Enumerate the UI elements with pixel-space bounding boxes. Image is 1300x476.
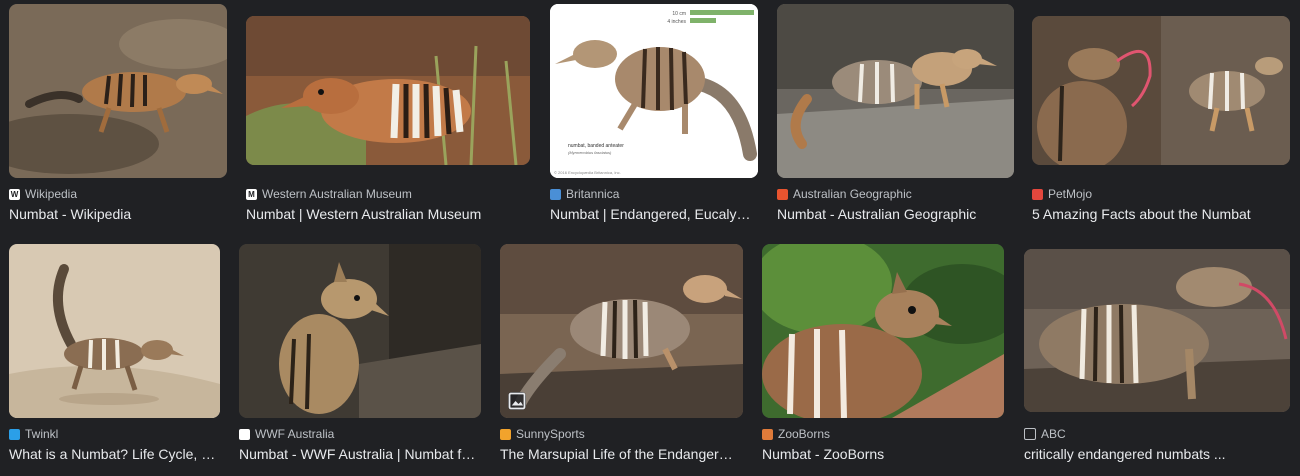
image-caption-latin: (Myrmecobius fasciatus) <box>568 150 612 155</box>
result-source: WWF Australia <box>239 427 334 441</box>
result-source-label: WWF Australia <box>255 427 335 441</box>
image-result-card[interactable]: Australian Geographic Numbat - Australia… <box>777 4 1014 230</box>
sunnysports-icon <box>500 428 511 440</box>
result-source: Australian Geographic <box>777 187 912 201</box>
zooborns-icon <box>762 428 773 440</box>
result-title-link[interactable]: Numbat | Endangered, Eucalyptus, Termite… <box>550 206 754 222</box>
britannica-icon <box>550 188 561 200</box>
result-title-link[interactable]: Numbat - Australian Geographic <box>777 206 1014 222</box>
result-source: PetMojo <box>1032 187 1092 201</box>
result-title-link[interactable]: What is a Numbat? Life Cycle, Habitat & … <box>9 446 217 462</box>
museum-icon: M <box>246 188 257 200</box>
result-source: M Western Australian Museum <box>246 187 412 201</box>
wikipedia-icon: W <box>9 188 20 200</box>
image-icon <box>508 392 526 410</box>
scale-label: 10 cm <box>672 11 686 17</box>
image-result-card[interactable]: M Western Australian Museum Numbat | Wes… <box>246 16 530 230</box>
result-source-label: Twinkl <box>25 427 59 441</box>
result-title-link[interactable]: The Marsupial Life of the Endangered Num… <box>500 446 736 462</box>
result-source-label: Western Australian Museum <box>262 187 412 201</box>
image-result-card[interactable]: Twinkl What is a Numbat? Life Cycle, Hab… <box>9 244 220 466</box>
result-source-label: SunnySports <box>516 427 585 441</box>
result-title-link[interactable]: Numbat - Wikipedia <box>9 206 227 222</box>
image-result-card[interactable]: ABC critically endangered numbats ... <box>1024 249 1290 466</box>
result-source: W Wikipedia <box>9 187 77 201</box>
image-copyright: © 2016 Encyclopædia Britannica, Inc. <box>554 170 621 175</box>
result-source: SunnySports <box>500 427 585 441</box>
image-result-card[interactable]: WWF Australia Numbat - WWF Australia | N… <box>239 244 481 466</box>
wwf-icon <box>239 428 250 440</box>
result-source-label: ABC <box>1041 427 1066 441</box>
result-thumbnail[interactable]: 10 cm 4 inches numbat, banded anteater (… <box>550 4 758 178</box>
result-thumbnail[interactable] <box>500 244 743 418</box>
result-thumbnail[interactable] <box>762 244 1004 418</box>
result-source-label: Wikipedia <box>25 187 78 201</box>
result-source-label: PetMojo <box>1048 187 1093 201</box>
australian-geographic-icon <box>777 188 788 200</box>
image-result-card[interactable]: W Wikipedia Numbat - Wikipedia <box>9 4 227 230</box>
result-source: Twinkl <box>9 427 58 441</box>
twinkl-icon <box>9 428 20 440</box>
result-thumbnail[interactable] <box>1032 16 1290 165</box>
result-thumbnail[interactable] <box>9 244 220 418</box>
result-title-link[interactable]: Numbat | Western Australian Museum <box>246 206 530 222</box>
result-thumbnail[interactable] <box>777 4 1014 178</box>
result-title-link[interactable]: critically endangered numbats ... <box>1024 446 1290 462</box>
result-source-label: Britannica <box>566 187 620 201</box>
result-source-label: Australian Geographic <box>793 187 912 201</box>
image-result-card[interactable]: PetMojo 5 Amazing Facts about the Numbat <box>1032 16 1290 230</box>
result-source: ABC <box>1024 427 1066 441</box>
scale-label: 4 inches <box>667 19 686 25</box>
result-source-label: ZooBorns <box>778 427 831 441</box>
result-thumbnail[interactable] <box>246 16 530 165</box>
petmojo-icon <box>1032 188 1043 200</box>
result-title-link[interactable]: 5 Amazing Facts about the Numbat <box>1032 206 1290 222</box>
result-source: Britannica <box>550 187 619 201</box>
image-result-card[interactable]: ZooBorns Numbat - ZooBorns <box>762 244 1004 466</box>
image-result-card[interactable]: 10 cm 4 inches numbat, banded anteater (… <box>550 4 758 230</box>
result-thumbnail[interactable] <box>239 244 481 418</box>
result-title-link[interactable]: Numbat - ZooBorns <box>762 446 1000 462</box>
image-caption: numbat, banded anteater <box>568 143 624 149</box>
abc-icon <box>1024 428 1036 440</box>
image-result-card[interactable]: SunnySports The Marsupial Life of the En… <box>500 244 743 466</box>
result-source: ZooBorns <box>762 427 830 441</box>
result-title-link[interactable]: Numbat - WWF Australia | Numbat facts <box>239 446 477 462</box>
result-thumbnail[interactable] <box>1024 249 1290 412</box>
result-thumbnail[interactable] <box>9 4 227 178</box>
image-results-grid: W Wikipedia Numbat - Wikipedia M Western… <box>0 0 1300 476</box>
